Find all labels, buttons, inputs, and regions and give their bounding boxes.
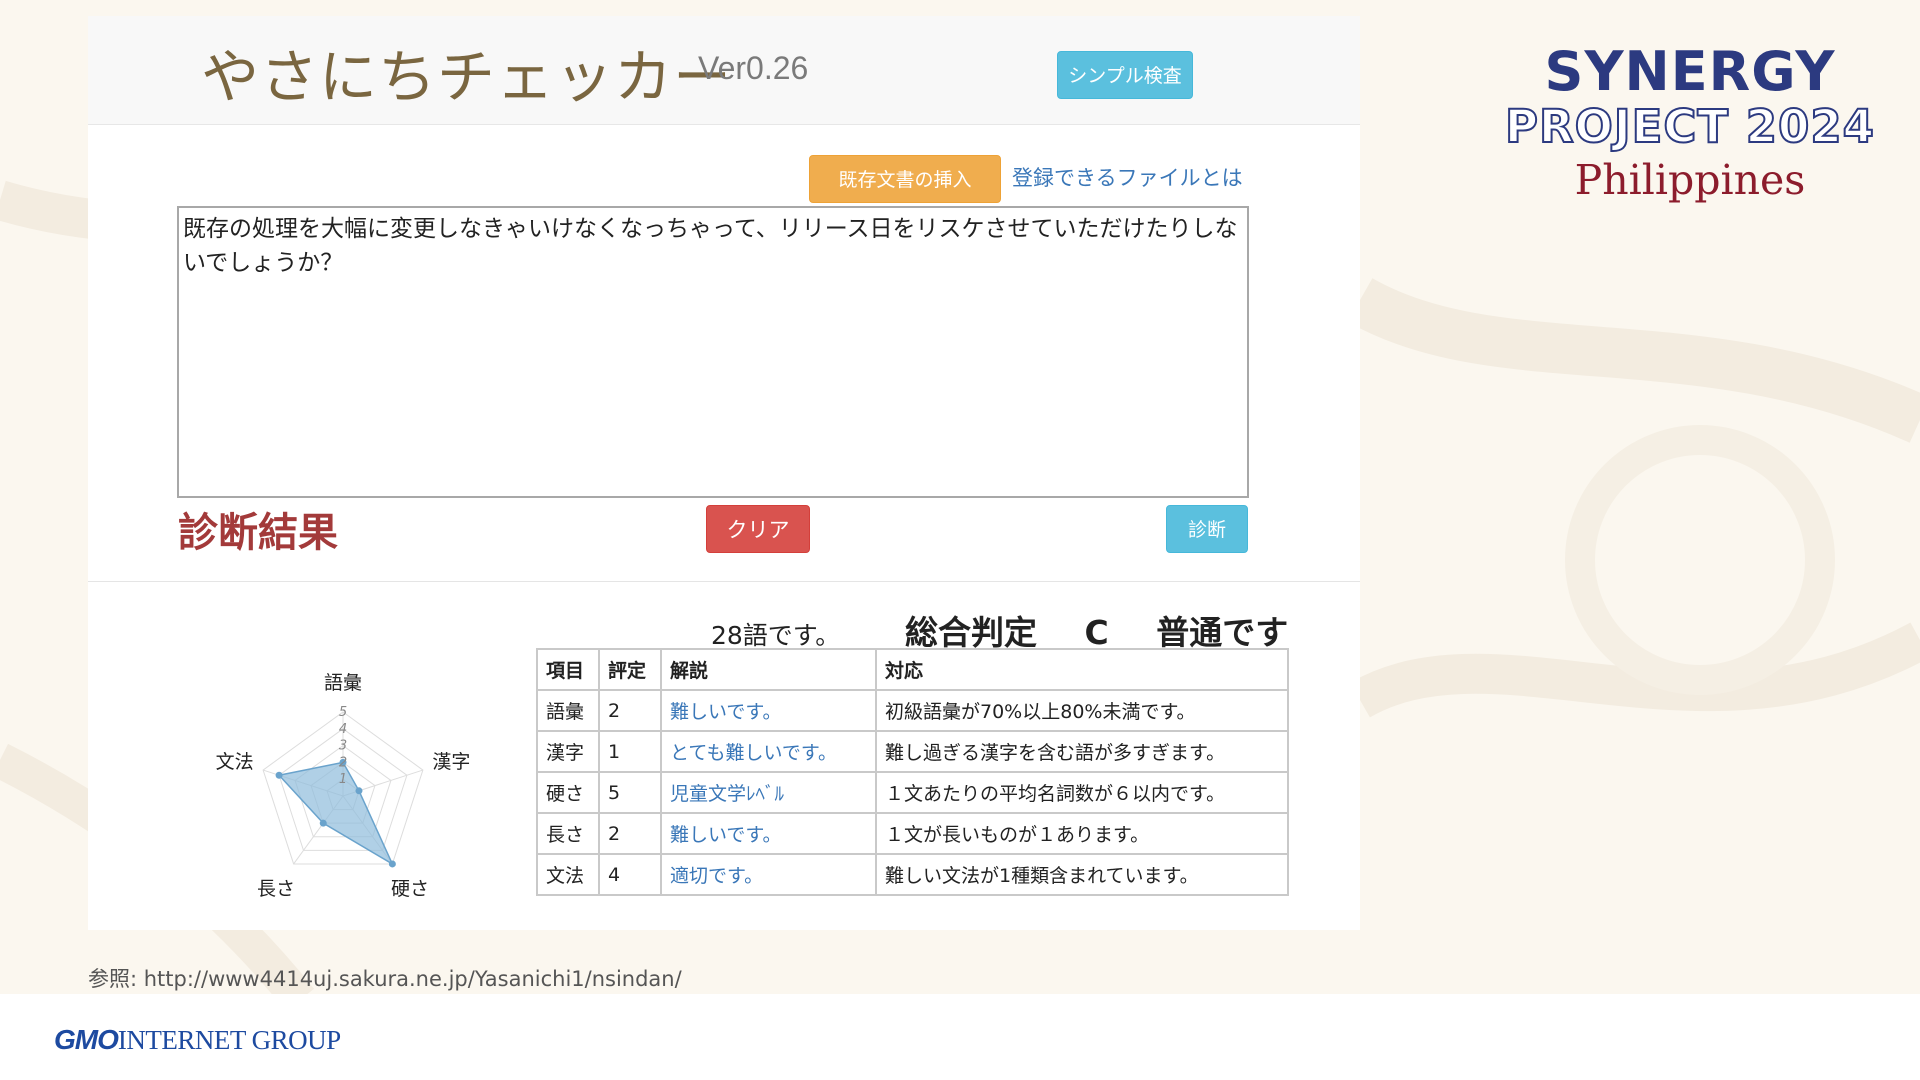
row-item: 語彙 — [536, 689, 600, 732]
synergy-logo-title: SYNERGY — [1544, 40, 1836, 103]
radar-data-point — [388, 860, 396, 868]
results-table: 項目 評定 解説 対応 語彙 2 難しいです。 初級語彙が70%以上80%未満で… — [536, 648, 1289, 896]
row-note-link[interactable]: 児童文学ﾚﾍﾞﾙ — [660, 771, 877, 814]
diagnosis-heading: 診断結果 — [178, 510, 338, 556]
app-header: やさにちチェッカー Ver0.26 シンプル検査 — [88, 16, 1360, 125]
radar-tick-label: 4 — [339, 722, 347, 737]
table-row: 硬さ 5 児童文学ﾚﾍﾞﾙ １文あたりの平均名詞数が６以内です。 — [536, 771, 1289, 814]
header-action: 対応 — [875, 648, 1289, 691]
row-score: 4 — [598, 853, 662, 896]
table-row: 長さ 2 難しいです。 １文が長いものが１あります。 — [536, 812, 1289, 855]
gmo-mark: GMO — [54, 1024, 119, 1055]
radar-axis-label: 硬さ — [391, 878, 429, 900]
table-row: 語彙 2 難しいです。 初級語彙が70%以上80%未満です。 — [536, 689, 1289, 732]
radar-axis-label: 語彙 — [324, 672, 362, 694]
synergy-logo-country: Philippines — [1574, 156, 1806, 204]
radar-axis-label: 文法 — [216, 751, 254, 773]
row-note-link[interactable]: とても難しいです。 — [660, 730, 877, 773]
text-input-area[interactable]: 既存の処理を大幅に変更しなきゃいけなくなっちゃって、リリース日をリスケさせていた… — [177, 206, 1249, 498]
overall-grade: C — [1084, 613, 1109, 652]
row-score: 2 — [598, 689, 662, 732]
row-item: 硬さ — [536, 771, 600, 814]
clear-button[interactable]: クリア — [706, 505, 810, 553]
diagnose-button[interactable]: 診断 — [1166, 505, 1248, 553]
row-note-link[interactable]: 難しいです。 — [660, 812, 877, 855]
radar-axis-label: 長さ — [257, 878, 295, 900]
insert-existing-document-button[interactable]: 既存文書の挿入 — [809, 155, 1001, 203]
row-action: １文あたりの平均名詞数が６以内です。 — [875, 771, 1289, 814]
row-action: 難し過ぎる漢字を含む語が多すぎます。 — [875, 730, 1289, 773]
row-action: 初級語彙が70%以上80%未満です。 — [875, 689, 1289, 732]
radar-data-point — [319, 819, 327, 827]
row-note-link[interactable]: 適切です。 — [660, 853, 877, 896]
row-note-link[interactable]: 難しいです。 — [660, 689, 877, 732]
overall-judgement: 総合判定 C 普通です — [905, 606, 1288, 654]
app-screenshot: やさにちチェッカー Ver0.26 シンプル検査 既存文書の挿入 登録できるファ… — [88, 16, 1360, 930]
gmo-internet-group-logo: GMOINTERNET GROUP — [54, 1024, 341, 1056]
radar-data-area — [277, 761, 395, 866]
row-action: １文が長いものが１あります。 — [875, 812, 1289, 855]
registrable-files-link[interactable]: 登録できるファイルとは — [1012, 162, 1243, 192]
radar-tick-label: 5 — [339, 705, 347, 720]
app-title: やさにちチェッカー — [201, 43, 733, 111]
table-header-row: 項目 評定 解説 対応 — [536, 648, 1289, 691]
synergy-logo-project: PROJECT 2024 — [1504, 99, 1875, 154]
overall-label: 総合判定 — [905, 613, 1037, 652]
simple-check-button[interactable]: シンプル検査 — [1057, 51, 1193, 99]
radar-data-point — [355, 787, 363, 795]
table-row: 文法 4 適切です。 難しい文法が1種類含まれています。 — [536, 853, 1289, 896]
gmo-group-text: INTERNET GROUP — [117, 1025, 341, 1055]
row-score: 5 — [598, 771, 662, 814]
radar-axis-label: 漢字 — [432, 751, 470, 773]
radar-chart: 12345語彙漢字硬さ長さ文法 — [216, 672, 471, 900]
row-item: 長さ — [536, 812, 600, 855]
radar-tick-label: 3 — [339, 739, 347, 754]
reference-url: 参照: http://www4414uj.sakura.ne.jp/Yasani… — [88, 967, 682, 991]
radar-data-point — [275, 771, 283, 779]
radar-tick-label: 1 — [339, 772, 347, 787]
app-version: Ver0.26 — [698, 50, 809, 86]
row-item: 文法 — [536, 853, 600, 896]
word-count: 28語です。 — [711, 621, 841, 650]
header-note: 解説 — [660, 648, 877, 691]
row-score: 1 — [598, 730, 662, 773]
overall-comment: 普通です — [1156, 613, 1289, 652]
row-action: 難しい文法が1種類含まれています。 — [875, 853, 1289, 896]
header-item: 項目 — [536, 648, 600, 691]
row-score: 2 — [598, 812, 662, 855]
table-row: 漢字 1 とても難しいです。 難し過ぎる漢字を含む語が多すぎます。 — [536, 730, 1289, 773]
header-score: 評定 — [598, 648, 662, 691]
radar-tick-label: 2 — [339, 755, 347, 770]
row-item: 漢字 — [536, 730, 600, 773]
section-divider — [88, 581, 1360, 582]
